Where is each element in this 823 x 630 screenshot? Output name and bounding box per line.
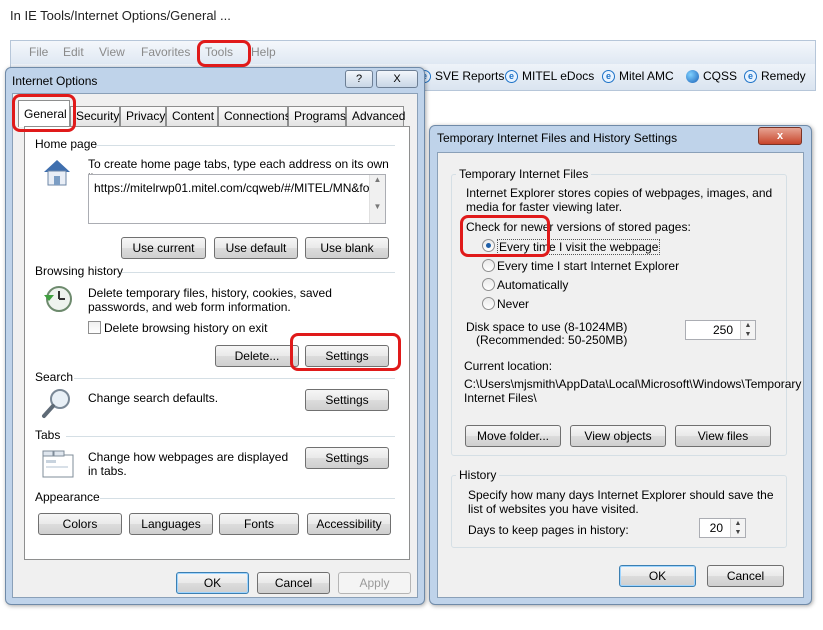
radio-every-start[interactable] (482, 259, 495, 272)
use-default-button[interactable]: Use default (214, 237, 298, 259)
tabs-section-label: Tabs (35, 428, 61, 442)
ie-page-icon: e (744, 69, 757, 83)
fonts-button[interactable]: Fonts (219, 513, 299, 535)
disk-space-spinner[interactable]: 250 ▲ ▼ (685, 320, 756, 340)
history-group-label: History (456, 468, 500, 482)
current-location-label: Current location: (464, 359, 553, 373)
radio-automatically-label: Automatically (497, 278, 569, 292)
tab-security[interactable]: Security (70, 106, 120, 126)
ie-page-icon: e (505, 69, 518, 83)
browser-menubar: File Edit View Favorites Tools Help (10, 40, 816, 64)
tabs-settings-button[interactable]: Settings (305, 447, 389, 469)
spinner-arrows[interactable]: ▲ ▼ (740, 321, 755, 339)
favorite-remedy[interactable]: e Remedy (744, 69, 806, 83)
magnifier-icon (40, 386, 74, 420)
radio-automatically[interactable] (482, 278, 495, 291)
radio-never[interactable] (482, 297, 495, 310)
use-current-button[interactable]: Use current (121, 237, 206, 259)
divider (74, 378, 395, 379)
delete-on-exit-checkbox[interactable] (88, 321, 101, 334)
temp-files-desc: Internet Explorer stores copies of webpa… (466, 186, 773, 214)
menu-edit[interactable]: Edit (63, 45, 84, 59)
view-files-button[interactable]: View files (675, 425, 771, 447)
browsing-history-label: Browsing history (35, 264, 124, 278)
browsing-history-desc: Delete temporary files, history, cookies… (88, 286, 332, 314)
house-icon (40, 156, 74, 188)
delete-on-exit-label: Delete browsing history on exit (104, 321, 268, 335)
search-settings-button[interactable]: Settings (305, 389, 389, 411)
accessibility-button[interactable]: Accessibility (307, 513, 391, 535)
highlight-general-tab (12, 94, 76, 132)
languages-button[interactable]: Languages (129, 513, 213, 535)
divider (100, 498, 395, 499)
ok-button[interactable]: OK (176, 572, 249, 594)
days-history-spinner[interactable]: 20 ▲ ▼ (699, 518, 746, 538)
close-button[interactable]: X (376, 70, 418, 88)
menu-view[interactable]: View (99, 45, 125, 59)
caption-text: In IE Tools/Internet Options/General ... (10, 8, 231, 23)
appearance-label: Appearance (35, 490, 100, 504)
menu-file[interactable]: File (29, 45, 48, 59)
highlight-check-newer (460, 215, 550, 257)
search-label: Search (35, 370, 74, 384)
history-clock-icon (40, 283, 74, 315)
tab-connections[interactable]: Connections (218, 106, 291, 126)
move-folder-button[interactable]: Move folder... (465, 425, 561, 447)
spinner-arrows[interactable]: ▲ ▼ (730, 519, 745, 537)
history-desc: Specify how many days Internet Explorer … (468, 488, 774, 516)
days-history-value: 20 (709, 521, 723, 535)
favorite-mitel-amc[interactable]: e Mitel AMC (602, 69, 674, 83)
disk-space-value: 250 (712, 323, 733, 337)
temp-close-button[interactable]: x (758, 127, 802, 145)
current-location-path: C:\Users\mjsmith\AppData\Local\Microsoft… (464, 377, 802, 405)
delete-history-button[interactable]: Delete... (215, 345, 299, 367)
divider (95, 145, 395, 146)
disk-space-label: Disk space to use (8-1024MB) (466, 320, 628, 334)
view-objects-button[interactable]: View objects (570, 425, 666, 447)
textarea-scrollbar[interactable]: ▲ ▼ (369, 175, 385, 223)
home-page-url: https://mitelrwp01.mitel.com/cqweb/#/MIT… (94, 181, 370, 195)
highlight-settings-button (290, 333, 401, 371)
dialog-title: Internet Options (12, 74, 98, 88)
divider (122, 272, 395, 273)
temp-cancel-button[interactable]: Cancel (707, 565, 784, 587)
colors-button[interactable]: Colors (38, 513, 122, 535)
apply-button[interactable]: Apply (338, 572, 411, 594)
use-blank-button[interactable]: Use blank (305, 237, 389, 259)
tab-advanced[interactable]: Advanced (346, 106, 405, 126)
radio-never-label: Never (497, 297, 530, 311)
help-button[interactable]: ? (345, 70, 373, 88)
favorite-sve-reports[interactable]: eSVE Reports (418, 69, 504, 83)
highlight-tools-menu (197, 40, 251, 67)
tabs-window-icon (42, 449, 74, 479)
divider (66, 436, 395, 437)
home-page-url-field[interactable]: https://mitelrwp01.mitel.com/cqweb/#/MIT… (88, 174, 386, 224)
favorite-mitel-edocs[interactable]: e MITEL eDocs (505, 69, 594, 83)
disk-space-recommended: (Recommended: 50-250MB) (476, 333, 628, 347)
menu-help[interactable]: Help (251, 45, 276, 59)
tabs-desc: Change how webpages are displayed in tab… (88, 450, 289, 478)
home-page-label: Home page (35, 137, 98, 151)
tab-programs[interactable]: Programs (288, 106, 346, 126)
temp-dialog-title: Temporary Internet Files and History Set… (437, 131, 678, 145)
ie-page-icon: e (602, 69, 615, 83)
radio-every-start-label: Every time I start Internet Explorer (497, 259, 680, 273)
menu-favorites[interactable]: Favorites (141, 45, 190, 59)
tab-privacy[interactable]: Privacy (120, 106, 166, 126)
globe-icon (686, 69, 699, 83)
search-desc: Change search defaults. (88, 391, 219, 405)
temp-ok-button[interactable]: OK (619, 565, 696, 587)
favorite-cqss[interactable]: CQSS (686, 69, 737, 83)
tab-content[interactable]: Content (166, 106, 218, 126)
cancel-button[interactable]: Cancel (257, 572, 330, 594)
temp-files-group-label: Temporary Internet Files (456, 167, 592, 181)
days-history-label: Days to keep pages in history: (468, 523, 629, 537)
